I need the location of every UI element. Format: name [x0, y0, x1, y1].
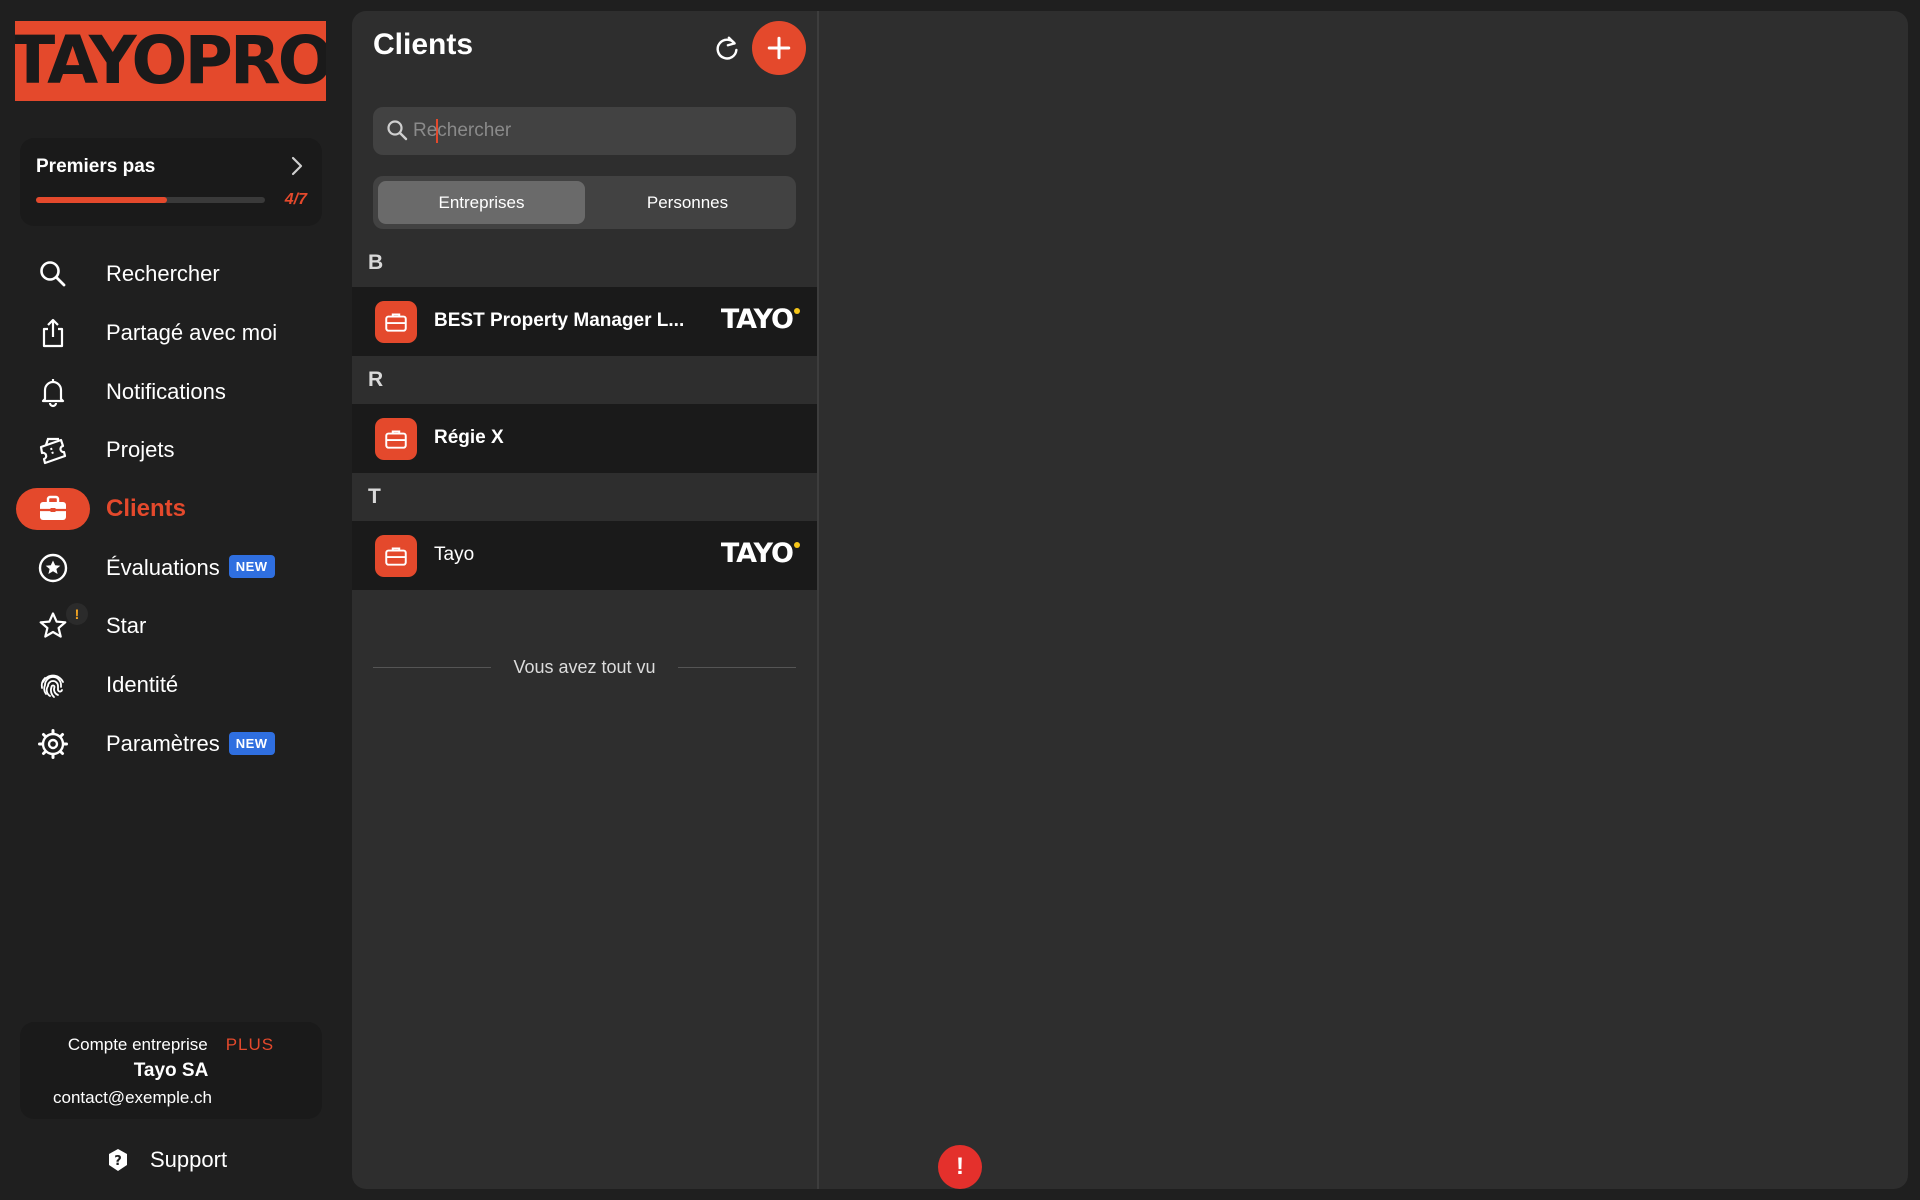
tayo-logo: TAYO	[720, 304, 800, 335]
briefcase-icon	[375, 535, 417, 577]
share-icon	[16, 312, 90, 354]
sidebar-item-label: Clients	[106, 495, 187, 523]
refresh-icon	[716, 36, 738, 60]
bell-icon	[16, 371, 90, 413]
section-header: T	[352, 473, 817, 521]
client-name: Tayo	[434, 544, 475, 565]
account-email: contact@exemple.ch	[53, 1088, 213, 1107]
sidebar-item-label: Rechercher	[106, 261, 220, 287]
tayopro-logo[interactable]: TAYOPRO	[15, 21, 326, 101]
onboarding-count: 4/7	[284, 191, 307, 208]
client-row[interactable]: BEST Property Manager L... TAYO	[352, 287, 817, 356]
new-badge: NEW	[228, 555, 275, 579]
tayo-logo-text: TAYO	[720, 304, 794, 335]
plus-icon	[767, 36, 791, 60]
segment-control: Entreprises Personnes	[373, 176, 796, 229]
segment-personnes[interactable]: Personnes	[584, 181, 791, 224]
client-name: BEST Property Manager L...	[434, 310, 685, 331]
section-header: R	[352, 356, 817, 404]
account-type-line: Compte entreprise PLUS	[20, 1035, 322, 1055]
briefcase-icon	[375, 301, 417, 343]
sidebar-item-label: Partagé avec moi	[106, 320, 278, 346]
sidebar-item-label: Projets	[106, 437, 175, 463]
account-name: Tayo SA	[133, 1060, 209, 1081]
sidebar-item-identite[interactable]: Identité	[0, 656, 352, 715]
segment-entreprises[interactable]: Entreprises	[378, 181, 585, 224]
sidebar-item-rechercher[interactable]: Rechercher	[0, 245, 352, 304]
support-label: Support	[150, 1147, 228, 1172]
refresh-button[interactable]	[709, 31, 745, 67]
clients-panel: Clients Entreprises Personnes B BEST Pro…	[352, 11, 817, 1189]
evaluations-label: Évaluations	[106, 554, 220, 580]
sidebar-item-label: Paramètres NEW	[106, 731, 275, 757]
alert-button[interactable]: !	[938, 1145, 982, 1189]
sidebar-item-star[interactable]: ! Star	[0, 597, 352, 656]
search-input[interactable]	[413, 107, 783, 155]
sidebar-item-partage[interactable]: Partagé avec moi	[0, 304, 352, 363]
search-icon	[16, 253, 90, 295]
onboarding-card[interactable]: Premiers pas 4/7	[20, 138, 322, 226]
chevron-right-icon	[291, 156, 303, 176]
client-name: Régie X	[434, 427, 504, 448]
sidebar-item-label: Notifications	[106, 378, 226, 404]
search-icon	[387, 120, 408, 141]
section-header: B	[352, 239, 817, 287]
tayo-logo-text: TAYO	[720, 538, 794, 569]
section-letter: B	[368, 251, 384, 274]
client-row[interactable]: Régie X	[352, 404, 817, 473]
briefcase-icon	[375, 418, 417, 460]
divider	[677, 666, 796, 668]
detail-pane	[819, 11, 1908, 1189]
section-letter: R	[368, 368, 384, 391]
new-badge: NEW	[228, 731, 275, 755]
sidebar-nav: Rechercher Partagé avec moi Notification…	[0, 245, 352, 773]
svg-text:?: ?	[114, 1154, 122, 1169]
sidebar-item-label: Évaluations NEW	[106, 555, 275, 581]
sidebar-item-parametres[interactable]: Paramètres NEW	[0, 715, 352, 774]
star-alert-dot: !	[66, 603, 88, 626]
star-circle-icon	[16, 547, 90, 589]
tayo-logo-dot	[794, 308, 800, 314]
ticket-icon	[16, 429, 90, 471]
help-icon: ?	[109, 1149, 127, 1171]
parametres-label: Paramètres	[106, 730, 220, 756]
add-client-button[interactable]	[752, 21, 806, 75]
account-card[interactable]: Compte entreprise PLUS Tayo SA contact@ex…	[20, 1022, 322, 1119]
onboarding-progress-fill	[36, 197, 167, 203]
tayo-logo-dot	[794, 542, 800, 548]
sidebar-item-clients[interactable]: Clients	[0, 480, 352, 539]
sidebar-item-label: Star	[106, 613, 147, 639]
onboarding-title: Premiers pas	[36, 156, 156, 177]
sidebar-item-notifications[interactable]: Notifications	[0, 362, 352, 421]
briefcase-icon	[16, 488, 90, 531]
account-type: Compte entreprise	[67, 1035, 208, 1054]
sidebar: TAYOPRO Premiers pas 4/7 Rechercher Part…	[0, 0, 352, 1200]
sidebar-item-projets[interactable]: Projets	[0, 421, 352, 480]
page-title: Clients	[373, 28, 474, 61]
tayo-logo: TAYO	[720, 538, 800, 569]
logo-text: TAYOPRO	[15, 22, 326, 99]
fingerprint-icon	[16, 664, 90, 706]
support-link[interactable]: ? Support	[106, 1147, 227, 1173]
sidebar-item-evaluations[interactable]: Évaluations NEW	[0, 538, 352, 597]
end-of-list: Vous avez tout vu	[373, 655, 796, 679]
section-letter: T	[368, 485, 381, 508]
client-row[interactable]: Tayo TAYO	[352, 521, 817, 590]
divider	[373, 666, 492, 668]
plan-badge: PLUS	[225, 1035, 275, 1054]
onboarding-progress-bar	[36, 197, 265, 203]
search-field[interactable]	[373, 107, 796, 155]
end-note-text: Vous avez tout vu	[513, 656, 656, 677]
settings-icon	[16, 723, 90, 765]
sidebar-item-label: Identité	[106, 672, 179, 698]
